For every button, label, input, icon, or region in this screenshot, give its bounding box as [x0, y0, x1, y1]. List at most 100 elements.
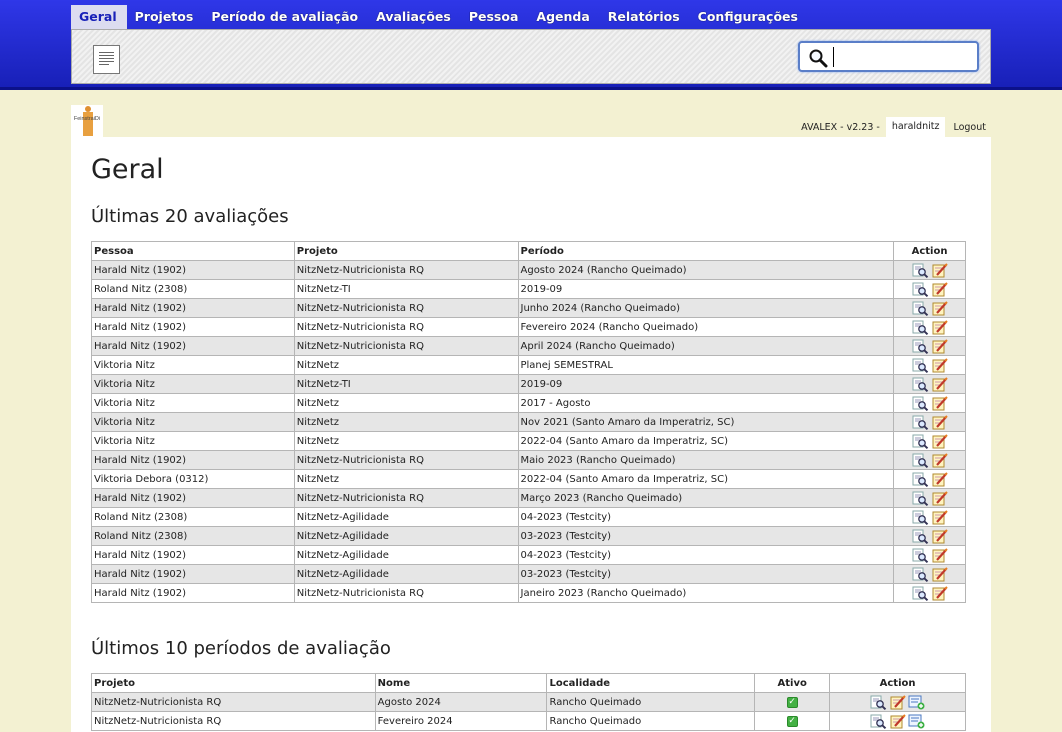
- table-cell: Junho 2024 (Rancho Queimado): [517, 298, 895, 318]
- table-cell: NitzNetz: [293, 431, 519, 451]
- magnifier-view-icon[interactable]: [912, 548, 929, 563]
- magnifier-view-icon[interactable]: [912, 263, 929, 278]
- evaluations-header-1[interactable]: Projeto: [293, 241, 519, 261]
- magnifier-view-icon[interactable]: [912, 472, 929, 487]
- edit-note-icon[interactable]: [931, 566, 948, 582]
- edit-note-icon[interactable]: [889, 694, 906, 710]
- magnifier-view-icon[interactable]: [912, 586, 929, 601]
- table-cell: Fevereiro 2024 (Rancho Queimado): [517, 317, 895, 337]
- table-cell: Viktoria Nitz: [91, 431, 295, 451]
- magnifier-view-icon[interactable]: [870, 714, 887, 729]
- periods-header-1[interactable]: Nome: [374, 673, 548, 693]
- search-input[interactable]: [833, 47, 973, 67]
- magnifier-view-icon[interactable]: [912, 529, 929, 544]
- magnifier-view-icon[interactable]: [912, 301, 929, 316]
- magnifier-view-icon[interactable]: [912, 339, 929, 354]
- evaluations-header-2[interactable]: Período: [517, 241, 895, 261]
- row-actions: [893, 488, 966, 508]
- company-logo[interactable]: FeinstraiDi: [71, 105, 103, 137]
- magnifier-view-icon[interactable]: [912, 453, 929, 468]
- menu-item-0[interactable]: Geral: [71, 5, 127, 29]
- row-actions: [893, 583, 966, 603]
- table-cell: NitzNetz-Agilidade: [293, 526, 519, 546]
- magnifier-view-icon[interactable]: [912, 510, 929, 525]
- table-cell: 04-2023 (Testcity): [517, 545, 895, 565]
- row-actions: [893, 412, 966, 432]
- edit-note-icon[interactable]: [931, 338, 948, 354]
- username-link[interactable]: haraldnitz: [885, 117, 946, 137]
- magnifier-view-icon[interactable]: [912, 567, 929, 582]
- main-content: Geral Últimas 20 avaliações Pessoa Projet…: [71, 137, 991, 732]
- table-cell: Roland Nitz (2308): [91, 279, 295, 299]
- table-cell: Fevereiro 2024: [374, 711, 548, 731]
- edit-note-icon[interactable]: [931, 281, 948, 297]
- document-icon[interactable]: [93, 45, 120, 74]
- row-actions: [893, 393, 966, 413]
- search-icon: [809, 49, 828, 68]
- magnifier-view-icon[interactable]: [912, 320, 929, 335]
- magnifier-view-icon[interactable]: [912, 491, 929, 506]
- periods-header-3[interactable]: Ativo: [754, 673, 831, 693]
- menu-item-6[interactable]: Relatórios: [600, 5, 690, 29]
- table-row: Harald Nitz (1902) NitzNetz-Nutricionista…: [91, 450, 966, 470]
- magnifier-view-icon[interactable]: [912, 434, 929, 449]
- magnifier-view-icon[interactable]: [870, 695, 887, 710]
- table-cell: Harald Nitz (1902): [91, 260, 295, 280]
- table-row: Viktoria Nitz NitzNetz Nov 2021 (Santo Ama…: [91, 412, 966, 432]
- table-cell: Janeiro 2023 (Rancho Queimado): [517, 583, 895, 603]
- edit-note-icon[interactable]: [931, 452, 948, 468]
- edit-note-icon[interactable]: [931, 376, 948, 392]
- table-row: Viktoria Nitz NitzNetz 2022-04 (Santo Amar…: [91, 431, 966, 451]
- table-row: Harald Nitz (1902) NitzNetz-Nutricionista…: [91, 298, 966, 318]
- edit-note-icon[interactable]: [931, 433, 948, 449]
- menu-item-5[interactable]: Agenda: [528, 5, 599, 29]
- table-cell: Viktoria Nitz: [91, 374, 295, 394]
- edit-note-icon[interactable]: [931, 528, 948, 544]
- periods-header-2[interactable]: Localidade: [546, 673, 756, 693]
- menu-item-2[interactable]: Período de avaliação: [203, 5, 368, 29]
- table-cell: Harald Nitz (1902): [91, 336, 295, 356]
- add-list-icon[interactable]: [908, 695, 925, 710]
- periods-header-4[interactable]: Action: [829, 673, 966, 693]
- add-list-icon[interactable]: [908, 714, 925, 729]
- edit-note-icon[interactable]: [931, 509, 948, 525]
- magnifier-view-icon[interactable]: [912, 282, 929, 297]
- magnifier-view-icon[interactable]: [912, 377, 929, 392]
- search-box[interactable]: [798, 41, 979, 72]
- table-cell: NitzNetz-Nutricionista RQ: [91, 711, 376, 731]
- menu-item-1[interactable]: Projetos: [127, 5, 204, 29]
- table-cell: Harald Nitz (1902): [91, 564, 295, 584]
- edit-note-icon[interactable]: [931, 414, 948, 430]
- menu-item-4[interactable]: Pessoa: [461, 5, 529, 29]
- magnifier-view-icon[interactable]: [912, 415, 929, 430]
- row-actions: [893, 526, 966, 546]
- edit-note-icon[interactable]: [931, 357, 948, 373]
- edit-note-icon[interactable]: [931, 585, 948, 601]
- edit-note-icon[interactable]: [931, 395, 948, 411]
- edit-note-icon[interactable]: [931, 471, 948, 487]
- table-cell: Nov 2021 (Santo Amaro da Imperatriz, SC): [517, 412, 895, 432]
- edit-note-icon[interactable]: [931, 262, 948, 278]
- evaluations-header-3[interactable]: Action: [893, 241, 966, 261]
- menu-item-7[interactable]: Configurações: [690, 5, 808, 29]
- edit-note-icon[interactable]: [931, 547, 948, 563]
- version-label: AVALEX - v2.23 -: [801, 121, 880, 133]
- periods-header-0[interactable]: Projeto: [91, 673, 376, 693]
- table-cell: Roland Nitz (2308): [91, 526, 295, 546]
- edit-note-icon[interactable]: [931, 300, 948, 316]
- table-cell: NitzNetz-Nutricionista RQ: [293, 260, 519, 280]
- magnifier-view-icon[interactable]: [912, 396, 929, 411]
- table-cell: NitzNetz-Nutricionista RQ: [293, 298, 519, 318]
- evaluations-header-0[interactable]: Pessoa: [91, 241, 295, 261]
- table-cell: NitzNetz: [293, 393, 519, 413]
- magnifier-view-icon[interactable]: [912, 358, 929, 373]
- edit-note-icon[interactable]: [889, 713, 906, 729]
- menu-item-3[interactable]: Avaliações: [368, 5, 461, 29]
- table-cell: 04-2023 (Testcity): [517, 507, 895, 527]
- row-actions: [829, 711, 966, 731]
- logout-link[interactable]: Logout: [945, 122, 991, 133]
- edit-note-icon[interactable]: [931, 319, 948, 335]
- edit-note-icon[interactable]: [931, 490, 948, 506]
- evaluations-table: Pessoa Projeto Período Action Harald Nitz (…: [91, 241, 966, 603]
- main-menu: Geral Projetos Período de avaliação Avaliaç…: [71, 5, 808, 29]
